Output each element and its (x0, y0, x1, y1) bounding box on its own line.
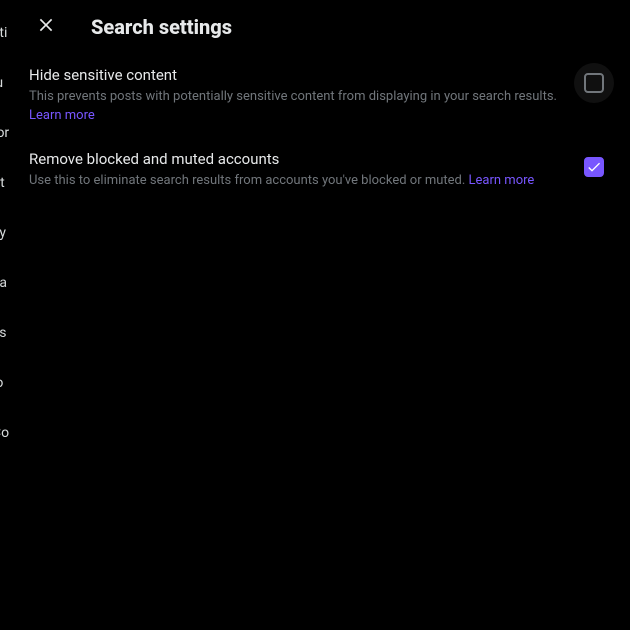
setting-description: Use this to eliminate search results fro… (29, 172, 562, 190)
learn-more-link[interactable]: Learn more (29, 107, 562, 125)
modal-header: Search settings (13, 0, 630, 53)
checkbox-unchecked-icon (584, 73, 604, 93)
remove-blocked-checkbox[interactable] (574, 147, 614, 187)
search-settings-modal: Search settings Hide sensitive content T… (13, 0, 630, 630)
checkbox-checked-icon (584, 157, 604, 177)
setting-remove-blocked: Remove blocked and muted accounts Use th… (13, 137, 630, 202)
setting-hide-sensitive: Hide sensitive content This prevents pos… (13, 53, 630, 137)
setting-content: Hide sensitive content This prevents pos… (29, 65, 562, 125)
hide-sensitive-checkbox[interactable] (574, 63, 614, 103)
modal-title: Search settings (91, 15, 232, 39)
setting-title: Remove blocked and muted accounts (29, 149, 562, 170)
setting-content: Remove blocked and muted accounts Use th… (29, 149, 562, 190)
setting-title: Hide sensitive content (29, 65, 562, 86)
close-button[interactable] (29, 10, 63, 44)
close-icon (36, 15, 56, 39)
learn-more-link[interactable]: Learn more (469, 173, 535, 188)
setting-description: This prevents posts with potentially sen… (29, 88, 562, 125)
